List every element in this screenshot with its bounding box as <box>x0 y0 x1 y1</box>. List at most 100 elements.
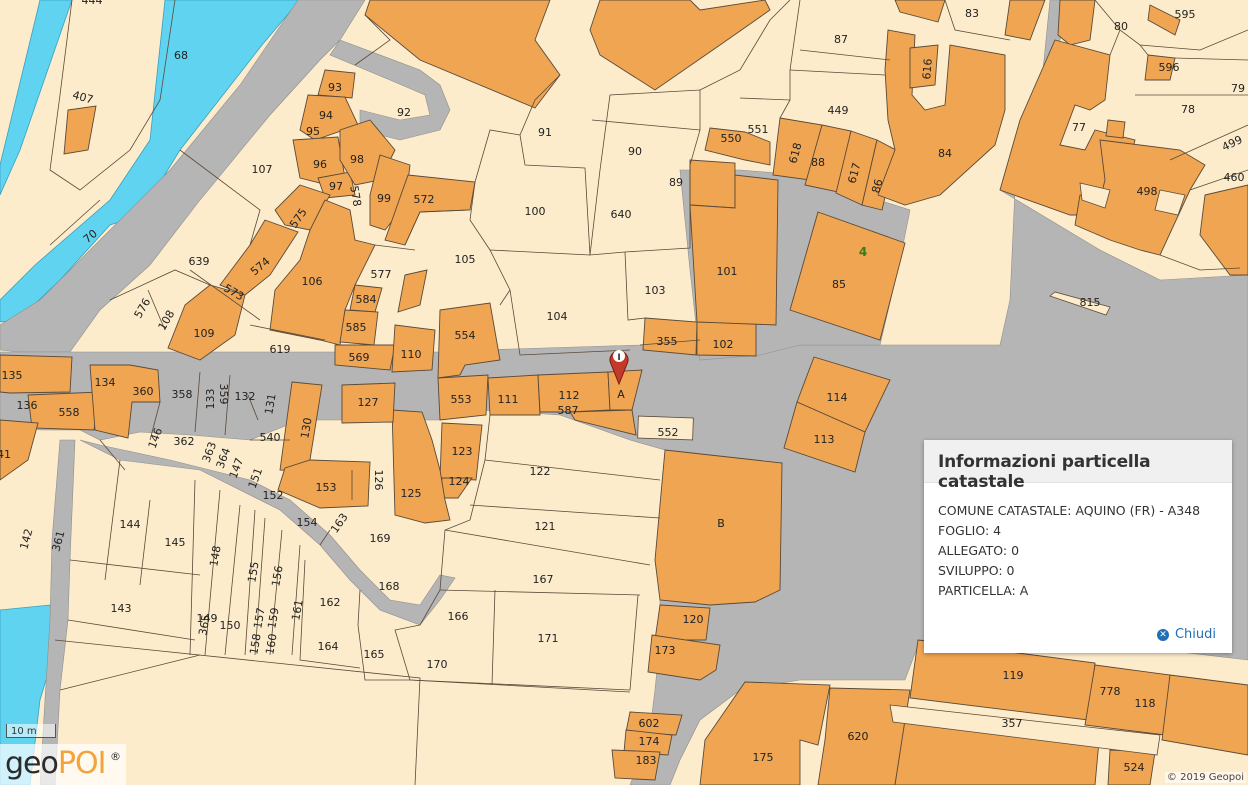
parcel-label: 125 <box>401 487 422 500</box>
parcel-label: 85 <box>832 278 846 291</box>
close-button[interactable]: ✕ Chiudi <box>1156 627 1216 642</box>
parcel-label: 84 <box>938 147 952 160</box>
parcel-label: 112 <box>559 389 580 402</box>
parcel-label: 122 <box>530 465 551 478</box>
parcel-label: 79 <box>1231 82 1245 95</box>
close-label: Chiudi <box>1174 627 1216 642</box>
parcel-label: 166 <box>448 610 469 623</box>
parcel-label: 103 <box>645 284 666 297</box>
parcel-label: 620 <box>848 730 869 743</box>
parcel-label: 92 <box>397 106 411 119</box>
parcel-label: 110 <box>401 348 422 361</box>
info-line-foglio: FOGLIO: 4 <box>938 523 1002 538</box>
parcel-label: 444 <box>82 0 103 7</box>
logo-geo-text: geo <box>5 746 59 781</box>
info-panel-body: COMUNE CATASTALE: AQUINO (FR) - A348 FOG… <box>938 501 1200 601</box>
parcel-label: 154 <box>297 516 318 529</box>
parcel-label: 572 <box>414 193 435 206</box>
parcel-label: 101 <box>717 265 738 278</box>
parcel-label: 569 <box>349 351 370 364</box>
parcel-label: 126 <box>372 470 385 491</box>
info-panel-header: Informazioni particella catastale <box>924 440 1232 492</box>
copyright-notice: © 2019 Geopoi <box>1164 772 1246 783</box>
parcel-label: 83 <box>965 7 979 20</box>
parcel-label: 167 <box>533 573 554 586</box>
parcel-label: 135 <box>2 369 23 382</box>
parcel-label: 552 <box>658 426 679 439</box>
parcel-label: 359 <box>217 384 230 405</box>
parcel-label: 640 <box>611 208 632 221</box>
parcel-label: A <box>617 388 625 401</box>
parcel-label: 355 <box>657 335 678 348</box>
parcel-label: 121 <box>535 520 556 533</box>
parcel-label: 105 <box>455 253 476 266</box>
parcel-label: 104 <box>547 310 568 323</box>
parcel-label: 168 <box>379 580 400 593</box>
parcel-label: 119 <box>1003 669 1024 682</box>
parcel-label: 97 <box>329 180 343 193</box>
parcel-label: 77 <box>1072 121 1086 134</box>
scale-bar: 10 m <box>6 724 56 738</box>
parcel-label: 165 <box>364 648 385 661</box>
parcel-label: 99 <box>377 192 391 205</box>
parcel-label: 554 <box>455 329 476 342</box>
parcel-label: 118 <box>1135 697 1156 710</box>
parcel-label: 173 <box>655 644 676 657</box>
parcel-label: 357 <box>1002 717 1023 730</box>
parcel-label: 585 <box>346 321 367 334</box>
parcel-label: 78 <box>1181 103 1195 116</box>
parcel-label: 362 <box>174 435 195 448</box>
parcel-label: 109 <box>194 327 215 340</box>
parcel-label: 164 <box>318 640 339 653</box>
parcel-label: 89 <box>669 176 683 189</box>
info-line-comune: COMUNE CATASTALE: AQUINO (FR) - A348 <box>938 503 1201 518</box>
parcel-label: 602 <box>639 717 660 730</box>
parcel-label: 41 <box>0 448 11 461</box>
parcel-info-panel: Informazioni particella catastale COMUNE… <box>924 440 1232 653</box>
parcel-label: 639 <box>189 255 210 268</box>
parcel-label: 113 <box>814 433 835 446</box>
parcel-label: 596 <box>1159 61 1180 74</box>
info-line-sviluppo: SVILUPPO: 0 <box>938 563 1015 578</box>
parcel-label: 360 <box>133 385 154 398</box>
parcel-label: 171 <box>538 632 559 645</box>
parcel-label: 96 <box>313 158 327 171</box>
parcel-label: 94 <box>319 109 333 122</box>
parcel-label: 114 <box>827 391 848 404</box>
parcel-label: 595 <box>1175 8 1196 21</box>
parcel-label: 136 <box>17 399 38 412</box>
parcel-label: 183 <box>636 754 657 767</box>
parcel-label: 550 <box>721 132 742 145</box>
info-panel-title: Informazioni particella catastale <box>938 452 1151 492</box>
info-line-allegato: ALLEGATO: 0 <box>938 543 1020 558</box>
parcel-label: 174 <box>639 735 660 748</box>
parcel-label: 107 <box>252 163 273 176</box>
parcel-label: 111 <box>498 393 519 406</box>
pin-label: I <box>617 353 620 363</box>
cadastral-map[interactable]: 444 68 407 70 107 639 576 108 109 574 57… <box>0 0 1248 785</box>
parcel-label: 124 <box>449 475 470 488</box>
parcel-label: 152 <box>263 489 284 502</box>
parcel-label: 815 <box>1080 296 1101 309</box>
parcel-label: 95 <box>306 125 320 138</box>
parcel-label: 558 <box>59 406 80 419</box>
parcel-label: 358 <box>172 388 193 401</box>
parcel-label: 162 <box>320 596 341 609</box>
parcel-label: 577 <box>371 268 392 281</box>
parcel-label: 150 <box>220 619 241 632</box>
parcel-label: 90 <box>628 145 642 158</box>
parcel-label: 153 <box>316 481 337 494</box>
logo-poi-text: POI <box>57 746 107 781</box>
parcel-label: 551 <box>748 123 769 136</box>
logo-registered-mark: ® <box>110 750 121 763</box>
parcel-label: 98 <box>350 153 364 166</box>
parcel-label: B <box>717 517 725 530</box>
parcel-label: 460 <box>1224 171 1245 184</box>
sheet-number: 4 <box>859 245 867 259</box>
parcel-label: 616 <box>920 58 935 80</box>
parcel-label: 80 <box>1114 20 1128 33</box>
parcel-label: 123 <box>452 445 473 458</box>
parcel-label: 169 <box>370 532 391 545</box>
parcel-label: 524 <box>1124 761 1145 774</box>
parcel-label: 120 <box>683 613 704 626</box>
